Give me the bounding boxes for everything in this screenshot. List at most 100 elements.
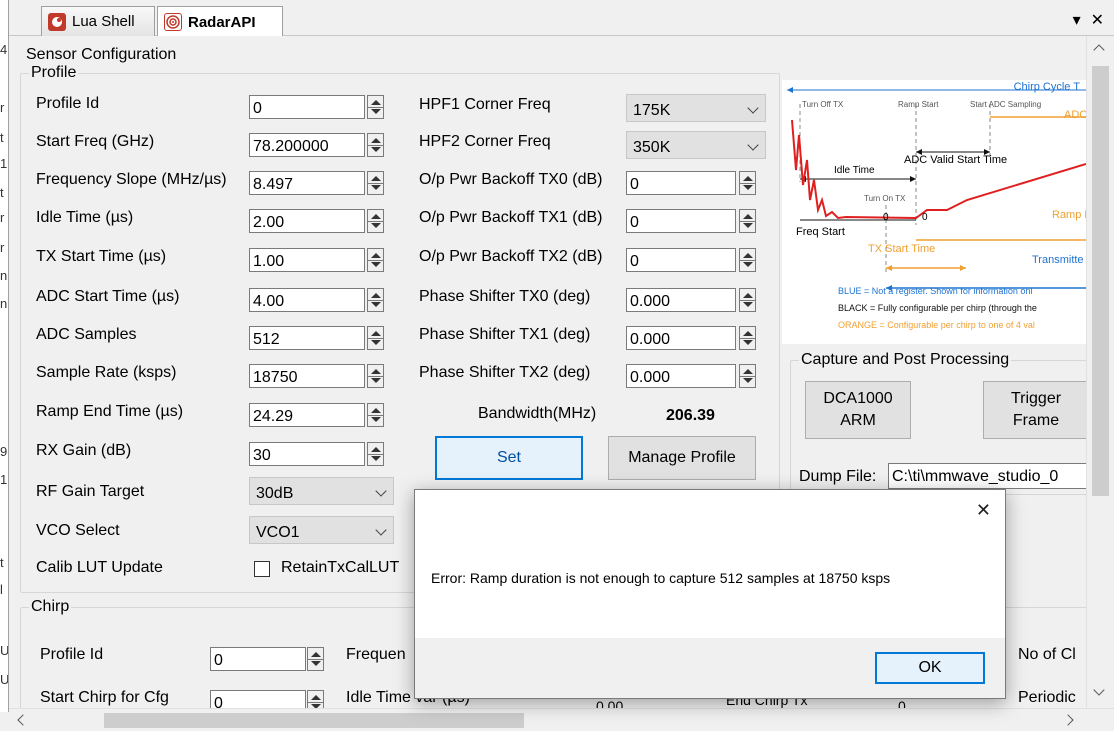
error-message: Error: Ramp duration is not enough to ca… xyxy=(431,570,891,586)
tab-radar-api[interactable]: RadarAPI xyxy=(157,6,283,37)
profile-tx-field-input[interactable]: 0.000 xyxy=(626,364,736,388)
chirp-timing-diagram: Chirp Cycle T Turn Off TX Ramp Start Sta… xyxy=(782,80,1086,344)
tab-label: Lua Shell xyxy=(72,13,135,30)
profile-field-stepper[interactable] xyxy=(367,133,384,157)
profile-field-input[interactable]: 8.497 xyxy=(249,171,365,195)
profile-tx-field-input[interactable]: 0.000 xyxy=(626,326,736,350)
profile-field-stepper[interactable] xyxy=(367,288,384,312)
chirp-profile-id-input[interactable]: 0 xyxy=(210,647,306,671)
profile-field-stepper[interactable] xyxy=(367,403,384,427)
dialog-close-icon[interactable]: ✕ xyxy=(976,500,991,521)
start-chirp-stepper[interactable] xyxy=(307,690,324,708)
tab-bar: Lua Shell RadarAPI ▾ ✕ xyxy=(9,0,1114,37)
profile-field-stepper[interactable] xyxy=(367,248,384,272)
legend-blue: BLUE = Not a register. Shown for informa… xyxy=(838,286,1033,296)
profile-tx-field-label: O/p Pwr Backoff TX1 (dB) xyxy=(419,209,603,226)
periodic-label: Periodic xyxy=(1018,689,1076,706)
horizontal-scrollbar[interactable] xyxy=(9,708,1114,731)
dialog-footer: OK xyxy=(415,638,1005,698)
tab-list-dropdown-icon[interactable]: ▾ xyxy=(1073,10,1081,30)
chirp-profile-id-stepper[interactable] xyxy=(307,647,324,671)
profile-tx-field-stepper[interactable] xyxy=(739,171,756,195)
ok-button[interactable]: OK xyxy=(875,652,985,684)
profile-tx-field-label: Phase Shifter TX2 (deg) xyxy=(419,364,591,381)
start-chirp-input[interactable]: 0 xyxy=(210,690,306,708)
vertical-scrollbar[interactable] xyxy=(1086,36,1114,708)
bandwidth-value: 206.39 xyxy=(666,407,715,424)
profile-field-label: Start Freq (GHz) xyxy=(36,133,155,150)
profile-field-label: Idle Time (µs) xyxy=(36,209,134,226)
vco-select[interactable]: VCO1 xyxy=(249,516,394,544)
profile-tx-field-stepper[interactable] xyxy=(739,209,756,233)
hpf2-select[interactable]: 350K xyxy=(626,131,766,159)
adc-label: ADC xyxy=(1064,109,1086,121)
profile-field-stepper[interactable] xyxy=(367,209,384,233)
clipped-text-fragment: n xyxy=(0,268,8,283)
capture-group-title: Capture and Post Processing xyxy=(799,350,1012,370)
retain-tx-cal-lut-checkbox[interactable] xyxy=(254,561,270,577)
hpf1-label: HPF1 Corner Freq xyxy=(419,96,551,113)
ramp-end-label: Ramp E xyxy=(1052,209,1086,221)
profile-field-input[interactable]: 2.00 xyxy=(249,209,365,233)
profile-field-label: Ramp End Time (µs) xyxy=(36,403,184,420)
profile-field-label: TX Start Time (µs) xyxy=(36,248,167,265)
profile-tx-field-input[interactable]: 0 xyxy=(626,248,736,272)
legend-black: BLACK = Fully configurable per chirp (th… xyxy=(838,303,1037,313)
horizontal-scroll-thumb[interactable] xyxy=(104,713,524,728)
start-chirp-label: Start Chirp for Cfg xyxy=(40,689,169,706)
no-of-chirps-label: No of Cl xyxy=(1018,646,1076,663)
profile-field-input[interactable]: 30 xyxy=(249,442,365,466)
hpf2-label: HPF2 Corner Freq xyxy=(419,133,551,150)
close-tab-icon[interactable]: ✕ xyxy=(1091,10,1104,30)
scroll-up-icon[interactable] xyxy=(1093,44,1105,56)
clipped-text-fragment: t xyxy=(0,555,4,570)
profile-tx-field-label: Phase Shifter TX1 (deg) xyxy=(419,326,591,343)
scroll-down-icon[interactable] xyxy=(1093,684,1105,696)
profile-field-stepper[interactable] xyxy=(367,171,384,195)
dump-file-input[interactable]: C:\ti\mmwave_studio_0 xyxy=(888,463,1086,489)
radar-api-icon xyxy=(164,13,182,31)
profile-field-input[interactable]: 0 xyxy=(249,95,365,119)
profile-tx-field-label: O/p Pwr Backoff TX0 (dB) xyxy=(419,171,603,188)
profile-field-input[interactable]: 24.29 xyxy=(249,403,365,427)
tx-start-time-label: TX Start Time xyxy=(868,243,936,255)
profile-tx-field-input[interactable]: 0 xyxy=(626,171,736,195)
chevron-down-icon xyxy=(747,102,759,114)
profile-field-stepper[interactable] xyxy=(367,442,384,466)
scroll-left-icon[interactable] xyxy=(17,714,29,726)
dump-file-label: Dump File: xyxy=(799,468,877,485)
transmitter-label: Transmitte xyxy=(1032,254,1084,266)
trigger-frame-button[interactable]: Trigger Frame xyxy=(983,381,1086,439)
profile-tx-field-stepper[interactable] xyxy=(739,326,756,350)
chirp-group-title: Chirp xyxy=(29,597,72,617)
zero-marker-b: 0 xyxy=(922,212,928,223)
profile-tx-field-input[interactable]: 0.000 xyxy=(626,288,736,312)
scroll-right-icon[interactable] xyxy=(1062,714,1074,726)
chirp-cycle-label: Chirp Cycle T xyxy=(1013,81,1080,93)
clipped-text-fragment: r xyxy=(0,240,5,255)
hpf1-select[interactable]: 175K xyxy=(626,94,766,122)
vertical-scroll-thumb[interactable] xyxy=(1092,66,1109,496)
profile-field-stepper[interactable] xyxy=(367,95,384,119)
profile-field-input[interactable]: 78.200000 xyxy=(249,133,365,157)
ramp-start-label: Ramp Start xyxy=(898,100,939,109)
profile-field-input[interactable]: 512 xyxy=(249,326,365,350)
profile-tx-field-label: Phase Shifter TX0 (deg) xyxy=(419,288,591,305)
clipped-text-fragment: n xyxy=(0,296,8,311)
manage-profile-button[interactable]: Manage Profile xyxy=(608,436,756,480)
profile-field-label: Frequency Slope (MHz/µs) xyxy=(36,171,227,188)
profile-tx-field-stepper[interactable] xyxy=(739,248,756,272)
profile-field-input[interactable]: 4.00 xyxy=(249,288,365,312)
profile-field-input[interactable]: 1.00 xyxy=(249,248,365,272)
clipped-text-fragment: 4 xyxy=(0,42,8,57)
profile-tx-field-stepper[interactable] xyxy=(739,288,756,312)
profile-tx-field-input[interactable]: 0 xyxy=(626,209,736,233)
profile-field-stepper[interactable] xyxy=(367,326,384,350)
profile-tx-field-stepper[interactable] xyxy=(739,364,756,388)
profile-field-stepper[interactable] xyxy=(367,364,384,388)
tab-lua-shell[interactable]: Lua Shell xyxy=(41,6,155,36)
dca1000-arm-button[interactable]: DCA1000 ARM xyxy=(805,381,911,439)
rf-gain-target-select[interactable]: 30dB xyxy=(249,477,394,505)
set-button[interactable]: Set xyxy=(435,436,583,480)
profile-field-input[interactable]: 18750 xyxy=(249,364,365,388)
